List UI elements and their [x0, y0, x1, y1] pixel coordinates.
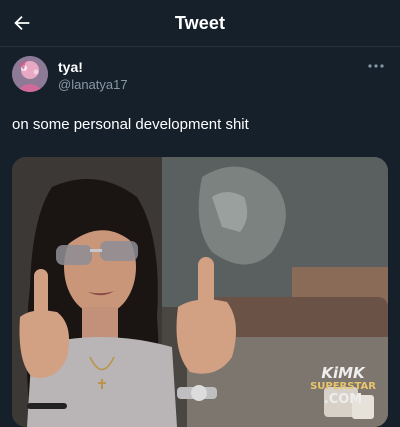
- back-button[interactable]: [8, 9, 36, 37]
- header-divider: [0, 46, 400, 47]
- display-name[interactable]: tya!: [58, 59, 83, 75]
- avatar-image: [12, 56, 48, 92]
- tweet-author: tya! @lanatya17: [12, 56, 388, 96]
- watermark-line: KiMK: [321, 364, 365, 382]
- watermark: KiMK SUPERSTAR .COM: [304, 364, 382, 407]
- more-horizontal-icon: [368, 64, 384, 68]
- top-bar: Tweet: [0, 0, 400, 46]
- avatar[interactable]: [12, 56, 48, 92]
- tweet-media-image[interactable]: KiMK SUPERSTAR .COM: [12, 157, 388, 427]
- tweet-text: on some personal development shit: [12, 116, 249, 133]
- arrow-left-icon: [14, 15, 30, 31]
- more-options-button[interactable]: [364, 58, 388, 74]
- user-handle[interactable]: @lanatya17: [58, 77, 128, 92]
- page-title: Tweet: [174, 12, 226, 33]
- watermark-line: .COM: [323, 392, 363, 407]
